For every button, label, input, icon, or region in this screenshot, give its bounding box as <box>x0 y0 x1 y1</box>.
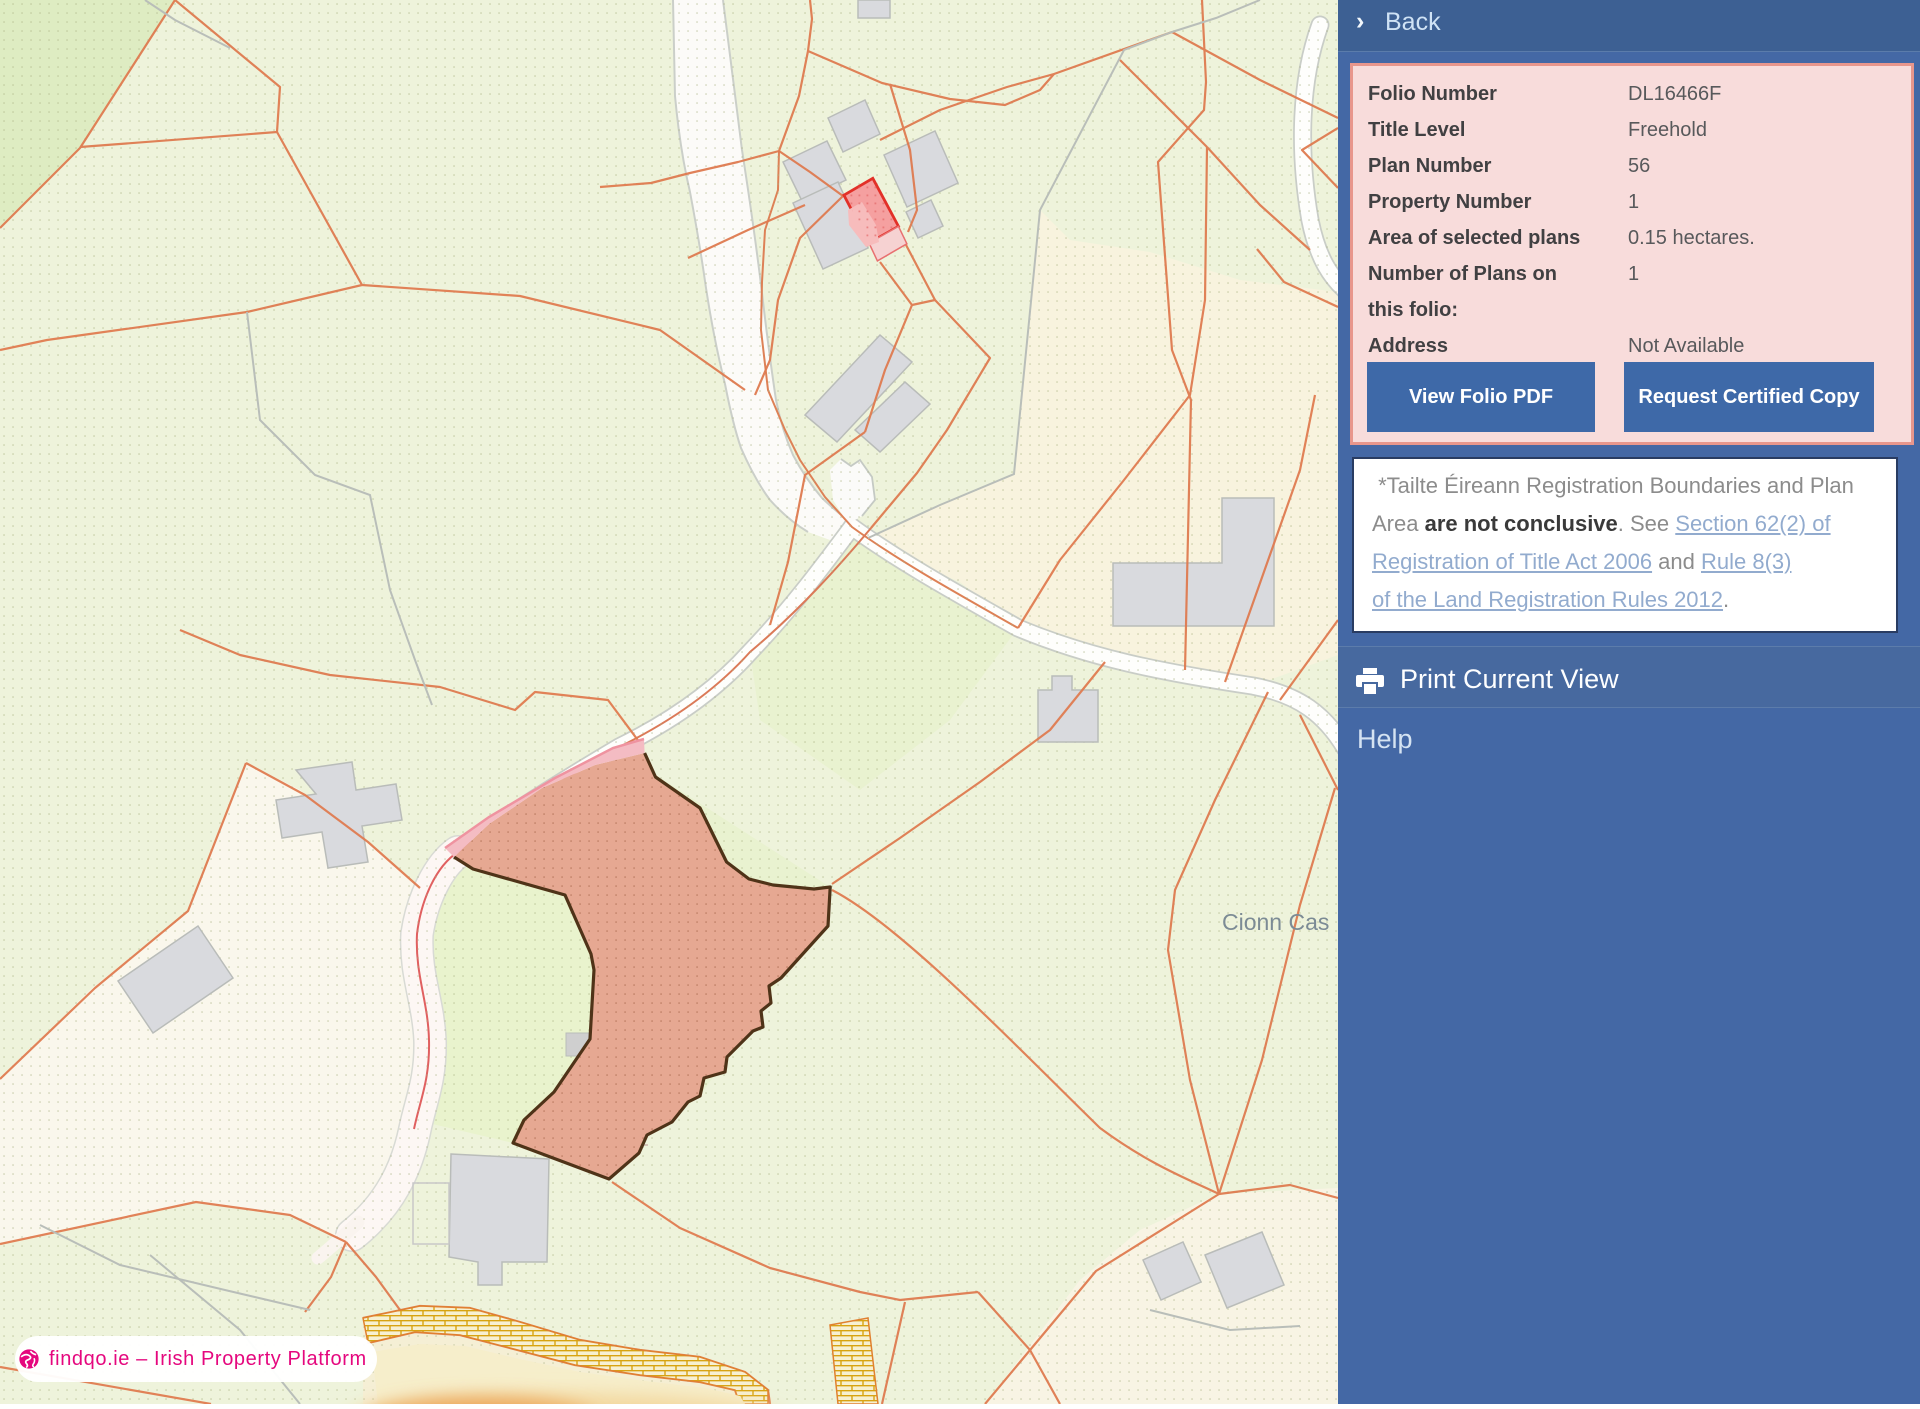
svg-text:Cionn Cas: Cionn Cas <box>1222 909 1329 935</box>
